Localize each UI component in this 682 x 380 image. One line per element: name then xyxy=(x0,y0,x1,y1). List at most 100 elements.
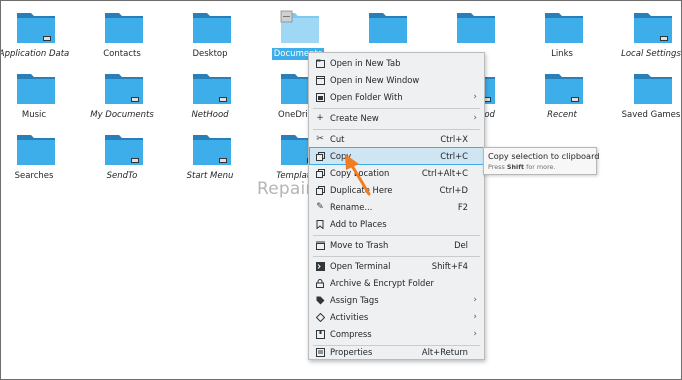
menu-compress[interactable]: Compress › xyxy=(310,326,483,342)
menu-label: Compress xyxy=(330,329,372,339)
menu-move-to-trash[interactable]: Move to Trash Del xyxy=(310,237,483,253)
menu-open-folder-with[interactable]: Open Folder With › xyxy=(310,89,483,105)
folder-label: SendTo xyxy=(106,171,138,181)
folder-icon xyxy=(369,13,407,43)
scissors-icon: ✂ xyxy=(316,134,324,144)
menu-properties[interactable]: Properties Alt+Return xyxy=(310,344,483,360)
folder-label: Local Settings xyxy=(621,49,681,59)
menu-assign-tags[interactable]: Assign Tags › xyxy=(310,292,483,308)
folder-icon xyxy=(193,135,231,165)
menu-separator xyxy=(313,235,480,236)
menu-separator xyxy=(313,129,480,130)
folder-my-documents[interactable]: My Documents xyxy=(78,66,166,126)
plus-icon: + xyxy=(316,113,324,123)
folder-icon xyxy=(193,13,231,43)
compress-icon xyxy=(315,329,325,339)
folder-nethood[interactable]: NetHood xyxy=(166,66,254,126)
folder-start-menu[interactable]: Start Menu xyxy=(166,127,254,187)
folder-saved-games[interactable]: Saved Games xyxy=(607,66,681,126)
folder-label: Searches xyxy=(14,171,54,181)
menu-add-to-places[interactable]: Add to Places xyxy=(310,216,483,232)
copy-tooltip: Copy selection to clipboard Press Shift … xyxy=(483,147,600,175)
folder-application-data[interactable]: Application Data xyxy=(0,5,78,65)
folder-icon xyxy=(634,74,672,104)
folder-label: Recent xyxy=(547,110,577,120)
tooltip-press: Press xyxy=(488,163,505,171)
folder-label: NetHood xyxy=(191,110,229,120)
folder-recent[interactable]: Recent xyxy=(518,66,606,126)
folder-icon xyxy=(545,74,583,104)
folder-label: Contacts xyxy=(103,49,141,59)
folder-desktop[interactable]: Desktop xyxy=(166,5,254,65)
menu-label: Create New xyxy=(330,113,379,123)
folder-searches[interactable]: Searches xyxy=(1,127,78,187)
menu-label: Add to Places xyxy=(330,219,387,229)
folder-icon xyxy=(105,135,143,165)
file-manager-view: Application Data Contacts Desktop Docume… xyxy=(0,0,682,380)
menu-shortcut: Alt+Return xyxy=(421,347,468,357)
copy-icon xyxy=(315,151,325,161)
tooltip-hint: Press Shift for more. xyxy=(488,163,556,171)
folder-label: Desktop xyxy=(192,49,228,59)
context-menu: Open in New Tab Open in New Window Open … xyxy=(308,52,485,360)
copy-location-icon xyxy=(315,168,325,178)
folder-icon xyxy=(193,74,231,104)
folder-icon xyxy=(634,13,672,43)
trash-icon xyxy=(315,240,325,250)
menu-create-new[interactable]: + Create New › xyxy=(310,110,483,126)
folder-local-settings[interactable]: Local Settings xyxy=(607,5,681,65)
open-with-icon xyxy=(315,92,325,102)
chevron-right-icon: › xyxy=(473,329,477,339)
folder-label: Saved Games xyxy=(621,110,681,120)
folder-links[interactable]: Links xyxy=(518,5,606,65)
folder-icon xyxy=(457,13,495,43)
menu-label: Activities xyxy=(330,312,369,322)
folder-sendto[interactable]: SendTo xyxy=(78,127,166,187)
properties-icon xyxy=(315,347,325,357)
folder-label: Links xyxy=(551,49,573,59)
chevron-right-icon: › xyxy=(473,295,477,305)
menu-label: Assign Tags xyxy=(330,295,379,305)
menu-label: Properties xyxy=(330,347,373,357)
menu-open-new-window[interactable]: Open in New Window xyxy=(310,72,483,88)
menu-shortcut: Ctrl+X xyxy=(440,134,468,144)
folder-icon xyxy=(105,74,143,104)
folder-label: My Documents xyxy=(90,110,154,120)
folder-icon xyxy=(545,13,583,43)
chevron-right-icon: › xyxy=(473,113,477,123)
menu-archive-encrypt[interactable]: Archive & Encrypt Folder xyxy=(310,275,483,291)
folder-icon xyxy=(17,135,55,165)
tooltip-text: Copy selection to clipboard xyxy=(488,151,600,161)
new-tab-icon xyxy=(315,58,325,68)
menu-shortcut: Ctrl+Alt+C xyxy=(421,168,468,178)
folder-icon xyxy=(105,13,143,43)
menu-activities[interactable]: Activities › xyxy=(310,309,483,325)
menu-label: Archive & Encrypt Folder xyxy=(330,278,434,288)
folder-label: Music xyxy=(21,110,47,120)
folder-music[interactable]: Music xyxy=(1,66,78,126)
chevron-right-icon: › xyxy=(473,92,477,102)
tooltip-more: for more. xyxy=(526,163,556,171)
annotation-arrow-icon xyxy=(345,154,371,196)
menu-label: Move to Trash xyxy=(330,240,389,250)
menu-shortcut: Ctrl+C xyxy=(440,151,468,161)
duplicate-icon xyxy=(315,185,325,195)
menu-label: Cut xyxy=(330,134,345,144)
menu-shortcut: Del xyxy=(454,240,468,250)
folder-icon xyxy=(17,13,55,43)
bookmark-icon xyxy=(315,219,325,229)
menu-label: Open in New Window xyxy=(330,75,420,85)
lock-icon xyxy=(315,278,325,288)
new-window-icon xyxy=(315,75,325,85)
menu-cut[interactable]: ✂ Cut Ctrl+X xyxy=(310,131,483,147)
menu-label: Open Terminal xyxy=(330,261,391,271)
menu-shortcut: Shift+F4 xyxy=(431,261,468,271)
menu-open-terminal[interactable]: Open Terminal Shift+F4 xyxy=(310,258,483,274)
menu-open-new-tab[interactable]: Open in New Tab xyxy=(310,55,483,71)
menu-shortcut: Ctrl+D xyxy=(439,185,468,195)
folder-label: Application Data xyxy=(0,49,70,59)
tooltip-key: Shift xyxy=(506,163,525,171)
folder-label: Start Menu xyxy=(186,171,234,181)
menu-shortcut: F2 xyxy=(457,202,468,212)
folder-contacts[interactable]: Contacts xyxy=(78,5,166,65)
